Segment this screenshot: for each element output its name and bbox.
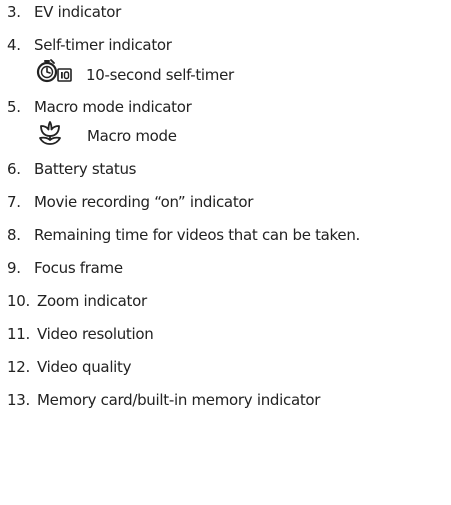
macro-mode-label: Macro mode — [87, 127, 177, 145]
item-number: 5. — [7, 98, 21, 116]
list-item-macro-mode-indicator: 5. Macro mode indicator — [7, 98, 192, 116]
list-item-movie-recording-indicator: 7. Movie recording “on” indicator — [7, 193, 253, 211]
item-label: Video quality — [37, 358, 132, 376]
item-number: 4. — [7, 36, 21, 54]
list-item-self-timer-indicator: 4. Self-timer indicator — [7, 36, 172, 54]
item-number: 6. — [7, 160, 21, 178]
item-number: 11. — [7, 325, 30, 343]
item-number: 3. — [7, 3, 21, 21]
item-number: 12. — [7, 358, 30, 376]
item-number: 8. — [7, 226, 21, 244]
list-item-remaining-time: 8. Remaining time for videos that can be … — [7, 226, 360, 244]
item-number: 10. — [7, 292, 30, 310]
item-label: Memory card/built-in memory indicator — [37, 391, 321, 409]
item-label: Movie recording “on” indicator — [34, 193, 254, 211]
item-label: Video resolution — [37, 325, 154, 343]
item-label: Macro mode indicator — [34, 98, 192, 116]
item-label: Zoom indicator — [37, 292, 147, 310]
list-item-battery-status: 6. Battery status — [7, 160, 136, 178]
item-number: 9. — [7, 259, 21, 277]
item-label: EV indicator — [34, 3, 121, 21]
list-item-focus-frame: 9. Focus frame — [7, 259, 123, 277]
list-item-zoom-indicator: 10. Zoom indicator — [7, 292, 147, 310]
item-label: Remaining time for videos that can be ta… — [34, 226, 361, 244]
item-number: 7. — [7, 193, 21, 211]
item-number: 13. — [7, 391, 30, 409]
manual-page: 3. EV indicator 4. Self-timer indicator 10… — [0, 0, 451, 505]
item-label: Battery status — [34, 160, 137, 178]
list-item-video-quality: 12. Video quality — [7, 358, 132, 376]
list-item-memory-indicator: 13. Memory card/built-in memory indicator — [7, 391, 320, 409]
self-timer-10s-label: 10-second self-timer — [86, 66, 234, 84]
self-timer-10s-icon — [36, 59, 72, 83]
item-label: Focus frame — [34, 259, 123, 277]
item-label: Self-timer indicator — [34, 36, 172, 54]
macro-flower-icon — [39, 121, 61, 145]
list-item-ev-indicator: 3. EV indicator — [7, 3, 121, 21]
list-item-video-resolution: 11. Video resolution — [7, 325, 154, 343]
